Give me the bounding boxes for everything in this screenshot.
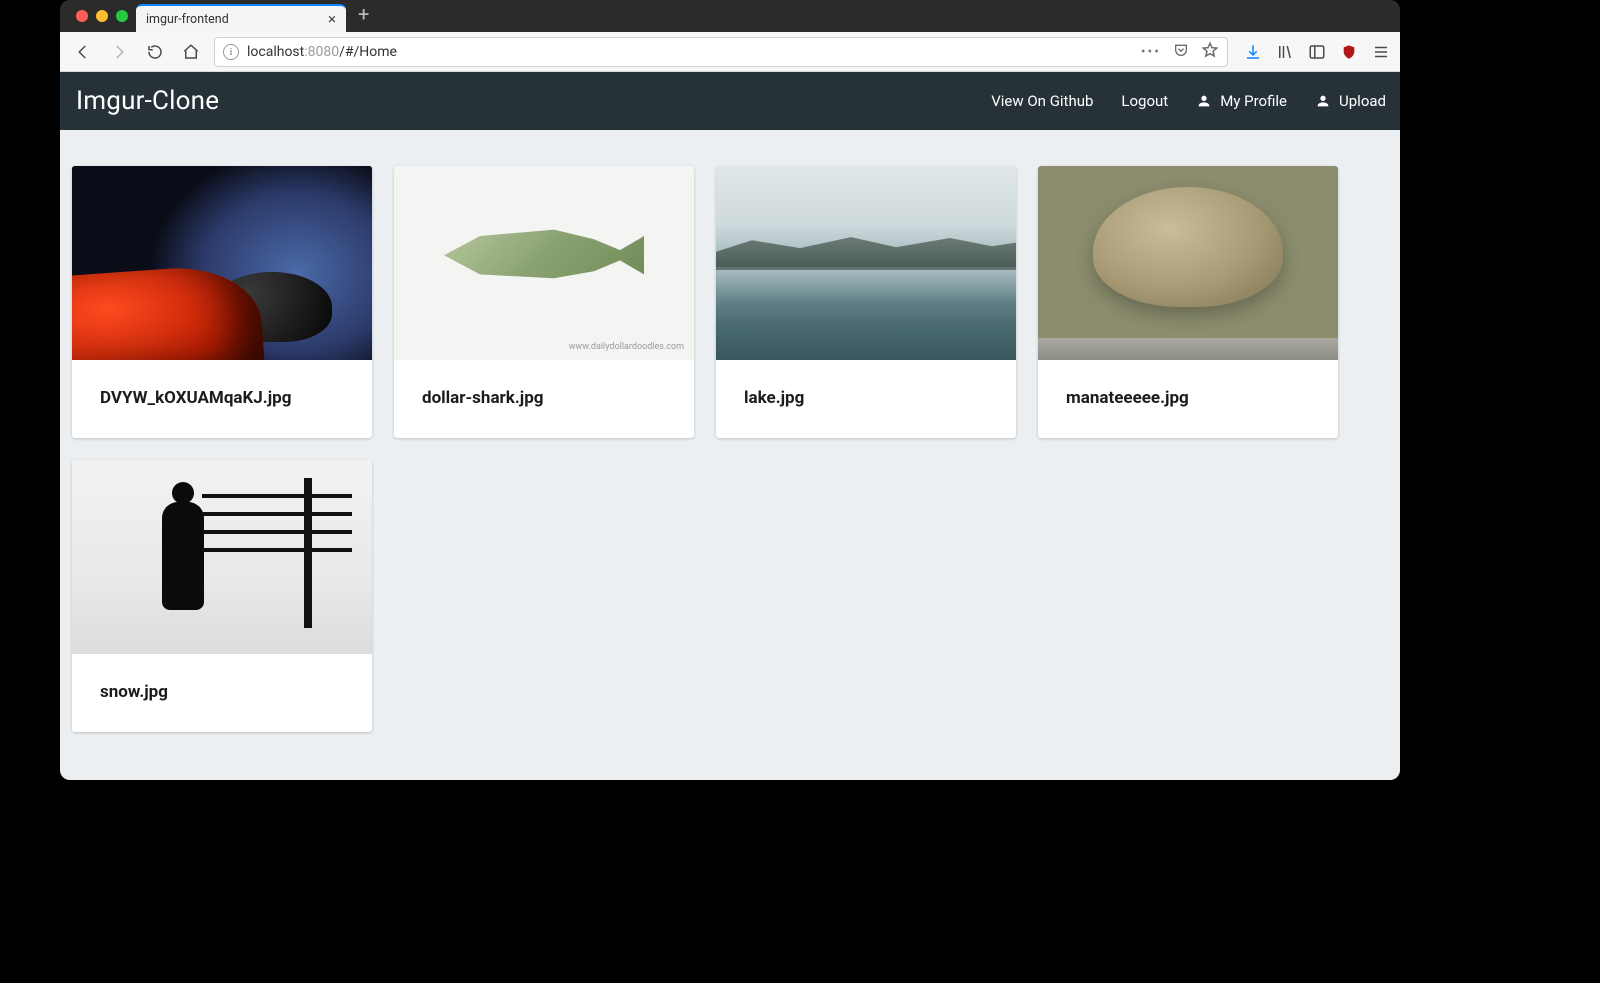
- close-tab-icon[interactable]: ×: [328, 12, 336, 27]
- image-grid: DVYW_kOXUAMqaKJ.jpg www.dailydollardoodle…: [60, 130, 1400, 768]
- minimize-window-button[interactable]: [96, 10, 108, 22]
- bookmark-icon[interactable]: [1201, 41, 1219, 63]
- sidebar-icon[interactable]: [1308, 43, 1326, 61]
- image-card[interactable]: snow.jpg: [72, 460, 372, 732]
- menu-icon[interactable]: [1372, 43, 1390, 61]
- forward-button[interactable]: [106, 39, 132, 65]
- browser-window: imgur-frontend × + i localhost:8080/#/Ho…: [60, 0, 1400, 780]
- tab-strip: imgur-frontend × +: [60, 0, 1400, 32]
- brand[interactable]: Imgur-Clone: [76, 86, 219, 116]
- nav-label: Upload: [1339, 92, 1386, 110]
- browser-tab[interactable]: imgur-frontend ×: [136, 4, 346, 32]
- nav-profile[interactable]: My Profile: [1196, 92, 1287, 110]
- url-port: :8080: [304, 44, 339, 60]
- image-thumbnail: www.dailydollardoodles.com: [394, 166, 694, 360]
- nav-label: View On Github: [991, 92, 1093, 110]
- back-button[interactable]: [70, 39, 96, 65]
- page-viewport: Imgur-Clone View On Github Logout My Pro…: [60, 72, 1400, 780]
- image-title: DVYW_kOXUAMqaKJ.jpg: [72, 360, 372, 438]
- image-card[interactable]: lake.jpg: [716, 166, 1016, 438]
- page-actions-icon[interactable]: •••: [1141, 44, 1161, 60]
- new-tab-button[interactable]: +: [346, 2, 377, 30]
- toolbar-right: [1238, 43, 1390, 61]
- home-button[interactable]: [178, 39, 204, 65]
- watermark: www.dailydollardoodles.com: [569, 342, 684, 352]
- close-window-button[interactable]: [76, 10, 88, 22]
- url-host: localhost: [247, 44, 304, 60]
- address-bar[interactable]: i localhost:8080/#/Home •••: [214, 37, 1228, 67]
- nav-upload[interactable]: Upload: [1315, 92, 1386, 110]
- image-thumbnail: [1038, 166, 1338, 360]
- image-card[interactable]: DVYW_kOXUAMqaKJ.jpg: [72, 166, 372, 438]
- nav-label: Logout: [1121, 92, 1168, 110]
- url-path: /#/Home: [339, 44, 397, 60]
- nav-logout[interactable]: Logout: [1121, 92, 1168, 110]
- pocket-icon[interactable]: [1173, 42, 1189, 62]
- app-nav: View On Github Logout My Profile Upload: [991, 92, 1386, 110]
- person-icon: [1315, 93, 1331, 109]
- image-title: manateeeee.jpg: [1038, 360, 1338, 438]
- image-card[interactable]: manateeeee.jpg: [1038, 166, 1338, 438]
- image-title: snow.jpg: [72, 654, 372, 732]
- reload-button[interactable]: [142, 39, 168, 65]
- nav-label: My Profile: [1220, 92, 1287, 110]
- image-card[interactable]: www.dailydollardoodles.com dollar-shark.j…: [394, 166, 694, 438]
- window-controls: [70, 0, 136, 32]
- person-icon: [1196, 93, 1212, 109]
- tab-title: imgur-frontend: [146, 12, 229, 27]
- image-title: lake.jpg: [716, 360, 1016, 438]
- downloads-icon[interactable]: [1244, 43, 1262, 61]
- nav-github[interactable]: View On Github: [991, 92, 1093, 110]
- ublock-icon[interactable]: [1340, 43, 1358, 61]
- image-title: dollar-shark.jpg: [394, 360, 694, 438]
- image-thumbnail: [72, 166, 372, 360]
- browser-toolbar: i localhost:8080/#/Home •••: [60, 32, 1400, 72]
- app-header: Imgur-Clone View On Github Logout My Pro…: [60, 72, 1400, 130]
- library-icon[interactable]: [1276, 43, 1294, 61]
- zoom-window-button[interactable]: [116, 10, 128, 22]
- image-thumbnail: [72, 460, 372, 654]
- image-thumbnail: [716, 166, 1016, 360]
- site-info-icon[interactable]: i: [223, 44, 239, 60]
